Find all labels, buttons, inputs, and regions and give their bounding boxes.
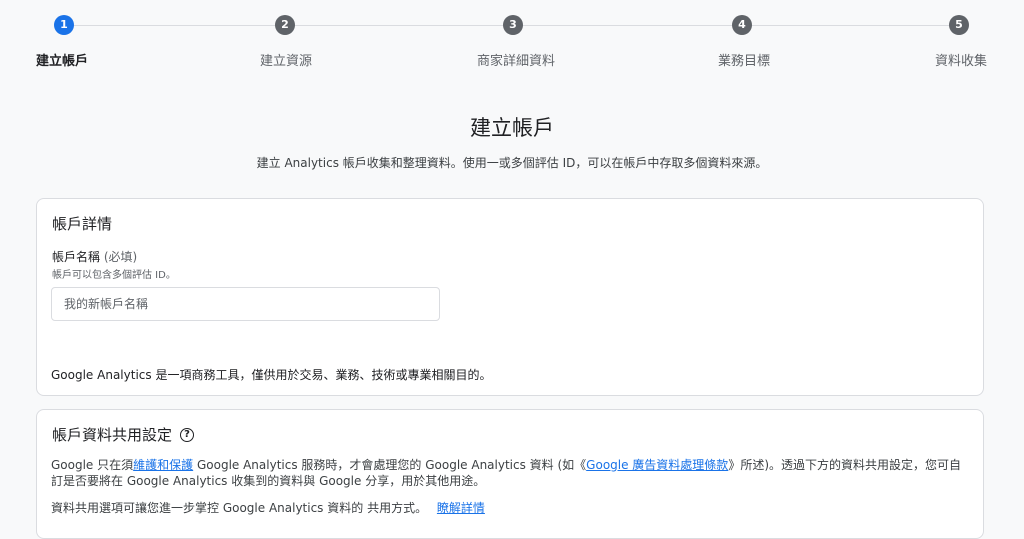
ads-data-terms-link[interactable]: Google 廣告資料處理條款 [586, 458, 728, 472]
learn-more-link[interactable]: 瞭解詳情 [437, 501, 485, 515]
step-2-number: 2 [275, 15, 295, 35]
business-use-note: Google Analytics 是一項商務工具，僅供用於交易、業務、技術或專業… [51, 368, 492, 382]
account-name-label: 帳戶名稱 (必填) [52, 248, 137, 265]
desc-part-2: Google Analytics 服務時，才會處理您的 Google Analy… [193, 458, 587, 472]
step-5-label: 資料收集 [935, 54, 988, 69]
account-name-required-note: (必填) [103, 250, 138, 264]
page-subtitle: 建立 Analytics 帳戶收集和整理資料。使用一或多個評估 ID，可以在帳戶… [256, 156, 768, 170]
data-sharing-title: 帳戶資料共用設定? [52, 424, 195, 445]
page-title: 建立帳戶 [470, 116, 554, 140]
help-icon[interactable]: ? [180, 427, 195, 442]
step-4-label: 業務目標 [718, 54, 771, 69]
data-sharing-title-text: 帳戶資料共用設定 [52, 426, 173, 444]
step-1-number: 1 [54, 15, 74, 35]
desc-part-1: Google 只在須 [51, 458, 134, 472]
step-3-number: 3 [503, 15, 523, 35]
step-1-label: 建立帳戶 [36, 54, 89, 69]
step-2-label: 建立資源 [260, 54, 313, 69]
account-details-card: 帳戶詳情 帳戶名稱 (必填) 帳戶可以包含多個評估 ID。 Google Ana… [36, 198, 984, 396]
account-details-title: 帳戶詳情 [52, 215, 113, 233]
account-name-label-text: 帳戶名稱 [52, 250, 101, 264]
data-sharing-learn-more: 資料共用選項可讓您進一步掌控 Google Analytics 資料的 共用方式… [51, 500, 971, 516]
step-4-number: 4 [732, 15, 752, 35]
data-sharing-description: Google 只在須維護和保護 Google Analytics 服務時，才會處… [51, 457, 971, 489]
account-name-help: 帳戶可以包含多個評估 ID。 [52, 270, 176, 281]
data-sharing-card: 帳戶資料共用設定? Google 只在須維護和保護 Google Analyti… [36, 409, 984, 539]
maintain-protect-link[interactable]: 維護和保護 [133, 458, 193, 472]
account-name-input[interactable] [51, 287, 440, 321]
step-5-number: 5 [949, 15, 969, 35]
step-3-label: 商家詳細資料 [477, 54, 556, 69]
learn-more-text: 資料共用選項可讓您進一步掌控 Google Analytics 資料的 共用方式… [51, 501, 428, 515]
stepper: 1 建立帳戶 2 建立資源 3 商家詳細資料 4 業務目標 5 資料收集 [0, 0, 1024, 80]
